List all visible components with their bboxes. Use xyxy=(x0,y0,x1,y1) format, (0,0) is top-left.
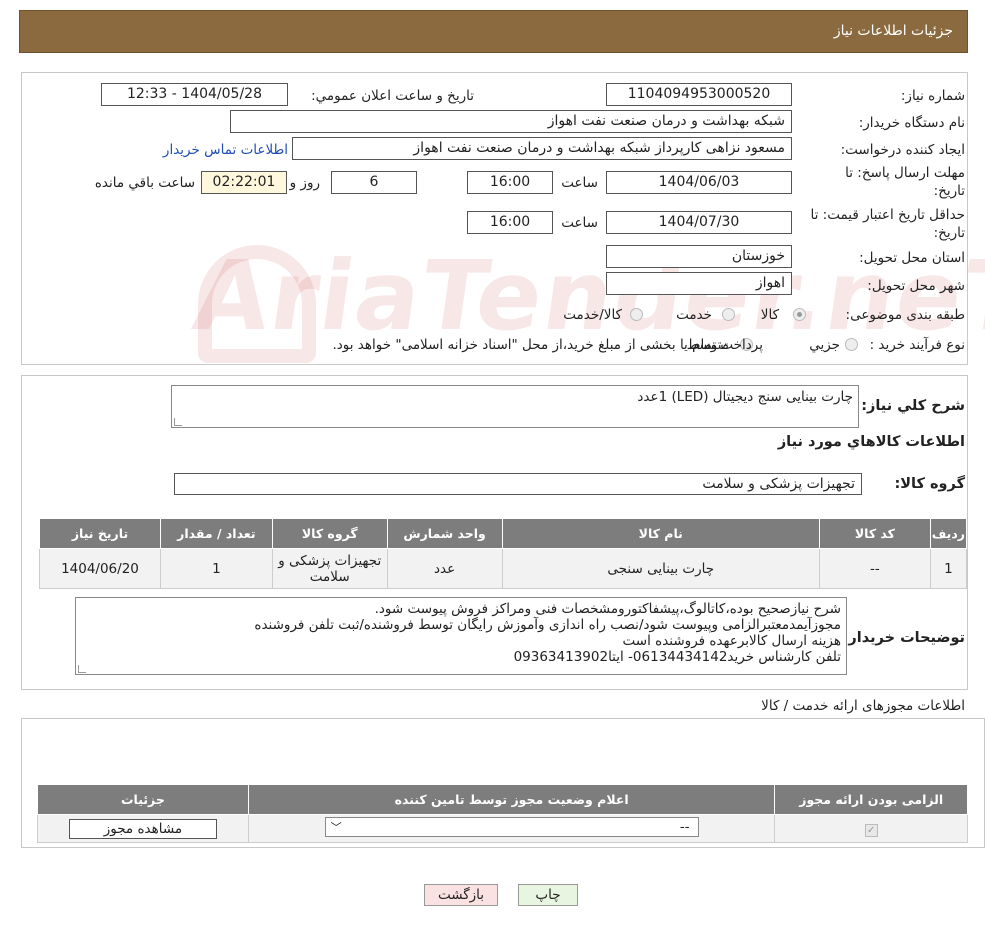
col-row: رديف xyxy=(929,518,968,549)
col-quantity: تعداد / مقدار xyxy=(159,518,273,549)
remaining-time-field: 02:22:01 xyxy=(201,171,287,194)
process-note: پرداخت تمام يا بخشی از مبلغ خريد،از محل … xyxy=(332,337,763,353)
category-option-goods-service: کالا/خدمت xyxy=(563,307,622,323)
col-permit-required: الزامی بودن ارائه مجوز xyxy=(774,784,968,815)
province-label: استان محل تحويل: xyxy=(859,250,965,266)
days-label: روز و xyxy=(289,175,320,191)
col-need-date: تاريخ نياز xyxy=(39,518,161,549)
col-permit-status: اعلام وضعيت مجوز توسط تامين کننده xyxy=(247,784,776,815)
buyer-org-label: نام دستگاه خريدار: xyxy=(858,115,965,131)
creator-field: مسعود نزاهی کارپرداز شبکه بهداشت و درمان… xyxy=(292,137,792,160)
col-code: کد کالا xyxy=(818,518,931,549)
city-field: اهواز xyxy=(606,272,792,295)
category-option-goods: کالا xyxy=(760,307,779,323)
need-number-label: شماره نیاز: xyxy=(900,88,965,104)
buyer-notes-label: توضيحات خريدار: xyxy=(842,630,965,646)
cell-row: 1 xyxy=(929,548,968,589)
cell-group: تجهیزات پزشکی و سلامت xyxy=(271,548,388,589)
col-permit-details: جزئيات xyxy=(37,784,249,815)
table-row: 1 -- چارت بینایی سنجی عدد تجهیزات پزشکی … xyxy=(39,548,968,589)
resize-handle-icon[interactable] xyxy=(78,665,86,673)
view-permit-button[interactable]: مشاهده مجوز xyxy=(68,818,217,839)
buyer-notes-line: هزینه ارسال کالابرعهده فروشنده است xyxy=(622,633,841,649)
buyer-notes-line: تلفن کارشناس خرید06134434142- ایتا093634… xyxy=(513,649,841,665)
announce-field: 1404/05/28 - 12:33 xyxy=(101,83,288,106)
col-name: نام کالا xyxy=(501,518,820,549)
summary-textarea[interactable]: چارت بینایی سنج دیجیتال (LED) 1عدد xyxy=(171,385,859,428)
category-radio-service[interactable] xyxy=(722,308,735,321)
validity-time-label: ساعت xyxy=(561,215,598,231)
goods-table-header: رديف کد کالا نام کالا واحد شمارش گروه کا… xyxy=(39,518,968,549)
goods-table: رديف کد کالا نام کالا واحد شمارش گروه کا… xyxy=(39,518,968,589)
cell-need-date: 1404/06/20 xyxy=(39,548,161,589)
page-header: جزئیات اطلاعات نیاز xyxy=(19,10,968,53)
deadline-date-field: 1404/06/03 xyxy=(606,171,792,194)
select-chevron-down-icon: ﹀ xyxy=(330,820,342,834)
need-number-field: 1104094953000520 xyxy=(606,83,792,106)
col-unit: واحد شمارش xyxy=(386,518,503,549)
resize-handle-icon[interactable] xyxy=(174,418,182,426)
category-label: طبقه بندی موضوعی: xyxy=(845,307,965,323)
deadline-label: مهلت ارسال پاسخ: تا تاريخ: xyxy=(845,165,965,199)
goods-group-field: تجهیزات پزشکی و سلامت xyxy=(174,473,862,495)
city-label: شهر محل تحويل: xyxy=(867,278,965,294)
cell-permit-details: مشاهده مجوز xyxy=(37,814,249,843)
deadline-time-field: 16:00 xyxy=(467,171,553,194)
category-radio-goods-service[interactable] xyxy=(630,308,643,321)
page-title: جزئیات اطلاعات نیاز xyxy=(833,23,953,39)
creator-label: ايجاد کننده درخواست: xyxy=(840,142,965,158)
province-field: خوزستان xyxy=(606,245,792,268)
buyer-org-field: شبکه بهداشت و درمان صنعت نفت اهواز xyxy=(230,110,792,133)
buyer-notes-textarea[interactable]: شرح نیازصحیح بوده،کاتالوگ،پیشفاکتورومشخص… xyxy=(75,597,847,675)
contact-buyer-link[interactable]: اطلاعات تماس خريدار xyxy=(163,142,288,158)
summary-label: شرح کلي نياز: xyxy=(861,398,965,414)
process-radio-minor[interactable] xyxy=(845,338,858,351)
permit-status-select[interactable]: ﹀ -- xyxy=(324,816,699,837)
days-field: 6 xyxy=(331,171,417,194)
category-option-service: خدمت xyxy=(676,307,712,323)
summary-text: چارت بینایی سنج دیجیتال (LED) 1عدد xyxy=(637,389,853,405)
permit-required-checkbox[interactable]: ✓ xyxy=(864,823,878,837)
remaining-label: ساعت باقي مانده xyxy=(94,175,195,191)
buyer-notes-line: شرح نیازصحیح بوده،کاتالوگ،پیشفاکتورومشخص… xyxy=(374,601,841,617)
cell-permit-required: ✓ xyxy=(774,814,968,843)
cell-name: چارت بینایی سنجی xyxy=(501,548,820,589)
buyer-notes-line: مجوزآیمدمعتبرالزامی وپیوست شود/نصب راه ا… xyxy=(254,617,841,633)
permits-table-header: الزامی بودن ارائه مجوز اعلام وضعيت مجوز … xyxy=(37,784,968,815)
permits-title: اطلاعات مجوزهای ارائه خدمت / کالا xyxy=(761,698,965,714)
process-label: نوع فرآيند خريد : xyxy=(869,337,965,353)
goods-info-title: اطلاعات کالاهاي مورد نياز xyxy=(777,434,965,450)
permits-table: الزامی بودن ارائه مجوز اعلام وضعيت مجوز … xyxy=(37,784,968,843)
validity-date-field: 1404/07/30 xyxy=(606,211,792,234)
print-button[interactable]: چاپ xyxy=(518,884,578,906)
back-button[interactable]: بازگشت xyxy=(424,884,498,906)
validity-label: حداقل تاريخ اعتبار قيمت: تا تاريخ: xyxy=(810,207,965,241)
process-option-minor: جزيي xyxy=(809,337,840,353)
cell-code: -- xyxy=(818,548,931,589)
announce-label: تاریخ و ساعت اعلان عمومي: xyxy=(311,88,474,104)
col-group: گروه کالا xyxy=(271,518,388,549)
permit-status-value: -- xyxy=(679,818,690,835)
cell-unit: عدد xyxy=(386,548,503,589)
goods-group-label: گروه کالا: xyxy=(894,476,965,492)
cell-quantity: 1 xyxy=(159,548,273,589)
table-row: ✓ ﹀ -- مشاهده مجوز xyxy=(37,814,968,843)
validity-time-field: 16:00 xyxy=(467,211,553,234)
category-radio-goods[interactable] xyxy=(793,308,806,321)
cell-permit-status: ﹀ -- xyxy=(247,814,776,843)
deadline-time-label: ساعت xyxy=(561,175,598,191)
